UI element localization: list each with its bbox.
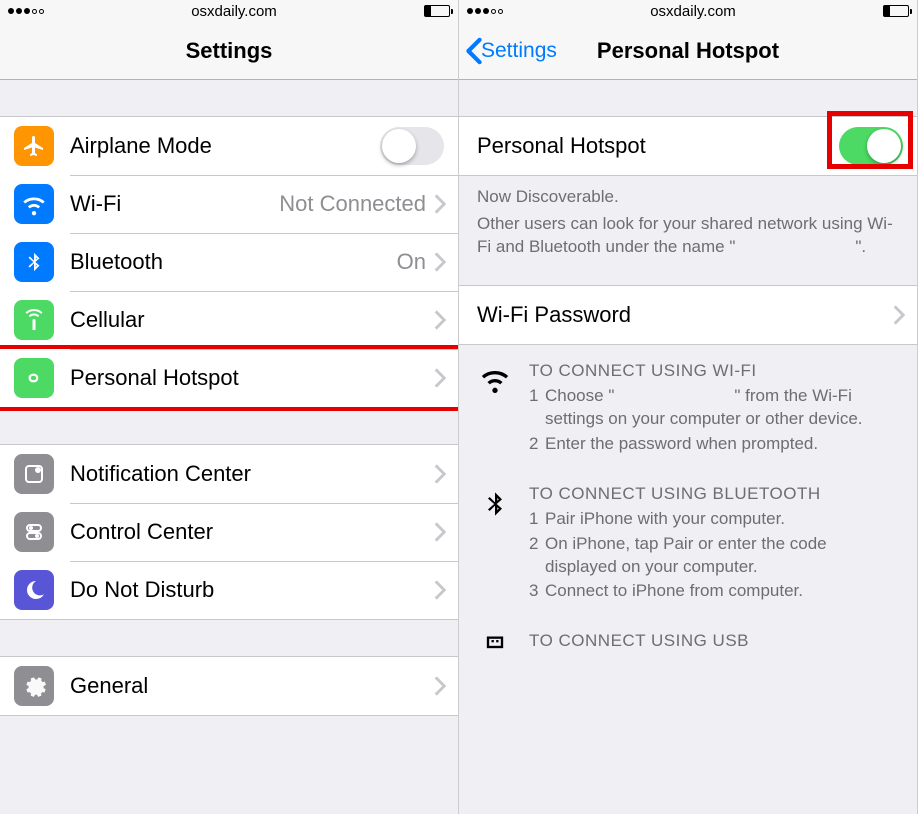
hotspot-icon (14, 358, 54, 398)
notification-icon (14, 454, 54, 494)
settings-screen: osxdaily.com Settings Airplane Mode Wi-F… (0, 0, 459, 814)
row-label: Airplane Mode (70, 133, 380, 159)
chevron-right-icon (434, 580, 446, 600)
row-label: Control Center (70, 519, 434, 545)
chevron-right-icon (434, 252, 446, 272)
cellular-icon (14, 300, 54, 340)
row-airplane-mode[interactable]: Airplane Mode (0, 117, 458, 175)
redacted-name (614, 389, 734, 403)
row-general[interactable]: General (0, 657, 458, 715)
status-bar: osxdaily.com (0, 0, 458, 22)
row-label: Notification Center (70, 461, 434, 487)
chevron-right-icon (434, 368, 446, 388)
settings-list[interactable]: Airplane Mode Wi-Fi Not Connected Blueto… (0, 80, 458, 814)
row-label: Personal Hotspot (70, 365, 434, 391)
chevron-right-icon (434, 676, 446, 696)
row-hotspot-toggle[interactable]: Personal Hotspot (459, 117, 917, 175)
gear-icon (14, 666, 54, 706)
signal-dots (8, 8, 44, 14)
chevron-right-icon (434, 194, 446, 214)
back-button[interactable]: Settings (465, 37, 557, 65)
usb-icon (477, 631, 513, 661)
discoverable-text: Now Discoverable. Other users can look f… (459, 176, 917, 265)
nav-bar: Settings Personal Hotspot (459, 22, 917, 80)
row-label: Do Not Disturb (70, 577, 434, 603)
page-title: Personal Hotspot (597, 38, 779, 64)
status-domain: osxdaily.com (191, 3, 277, 20)
hotspot-content[interactable]: Personal Hotspot Now Discoverable. Other… (459, 80, 917, 814)
back-label: Settings (481, 39, 557, 63)
row-do-not-disturb[interactable]: Do Not Disturb (0, 561, 458, 619)
highlight-box (827, 111, 913, 169)
row-value: On (397, 249, 426, 275)
chevron-right-icon (434, 464, 446, 484)
row-bluetooth[interactable]: Bluetooth On (0, 233, 458, 291)
bluetooth-icon (477, 484, 513, 606)
row-label: Bluetooth (70, 249, 397, 275)
nav-bar: Settings (0, 22, 458, 80)
status-bar: osxdaily.com (459, 0, 917, 22)
chevron-right-icon (434, 522, 446, 542)
chevron-right-icon (893, 305, 905, 325)
wifi-icon (14, 184, 54, 224)
status-domain: osxdaily.com (650, 3, 736, 20)
airplane-icon (14, 126, 54, 166)
row-personal-hotspot[interactable]: Personal Hotspot (0, 349, 458, 407)
row-wifi-password[interactable]: Wi-Fi Password (459, 286, 917, 344)
signal-dots (467, 8, 503, 14)
bluetooth-icon (14, 242, 54, 282)
instr-title: TO CONNECT USING BLUETOOTH (529, 484, 899, 504)
row-wifi[interactable]: Wi-Fi Not Connected (0, 175, 458, 233)
wifi-icon (477, 361, 513, 458)
row-label: Wi-Fi Password (477, 302, 893, 328)
instructions-bluetooth: TO CONNECT USING BLUETOOTH 1Pair iPhone … (459, 468, 917, 616)
battery-icon (883, 5, 909, 17)
chevron-right-icon (434, 310, 446, 330)
row-label: Wi-Fi (70, 191, 279, 217)
row-label: General (70, 673, 434, 699)
dnd-icon (14, 570, 54, 610)
instr-title: TO CONNECT USING WI-FI (529, 361, 899, 381)
row-control-center[interactable]: Control Center (0, 503, 458, 561)
instructions-wifi: TO CONNECT USING WI-FI 1Choose "" from t… (459, 345, 917, 468)
battery-icon (424, 5, 450, 17)
instr-title: TO CONNECT USING USB (529, 631, 899, 651)
airplane-toggle[interactable] (380, 127, 444, 165)
row-cellular[interactable]: Cellular (0, 291, 458, 349)
redacted-name (735, 240, 855, 255)
page-title: Settings (186, 38, 273, 64)
row-value: Not Connected (279, 191, 426, 217)
row-notification-center[interactable]: Notification Center (0, 445, 458, 503)
control-center-icon (14, 512, 54, 552)
hotspot-screen: osxdaily.com Settings Personal Hotspot P… (459, 0, 918, 814)
row-label: Personal Hotspot (477, 133, 839, 159)
row-label: Cellular (70, 307, 434, 333)
instructions-usb: TO CONNECT USING USB (459, 615, 917, 671)
